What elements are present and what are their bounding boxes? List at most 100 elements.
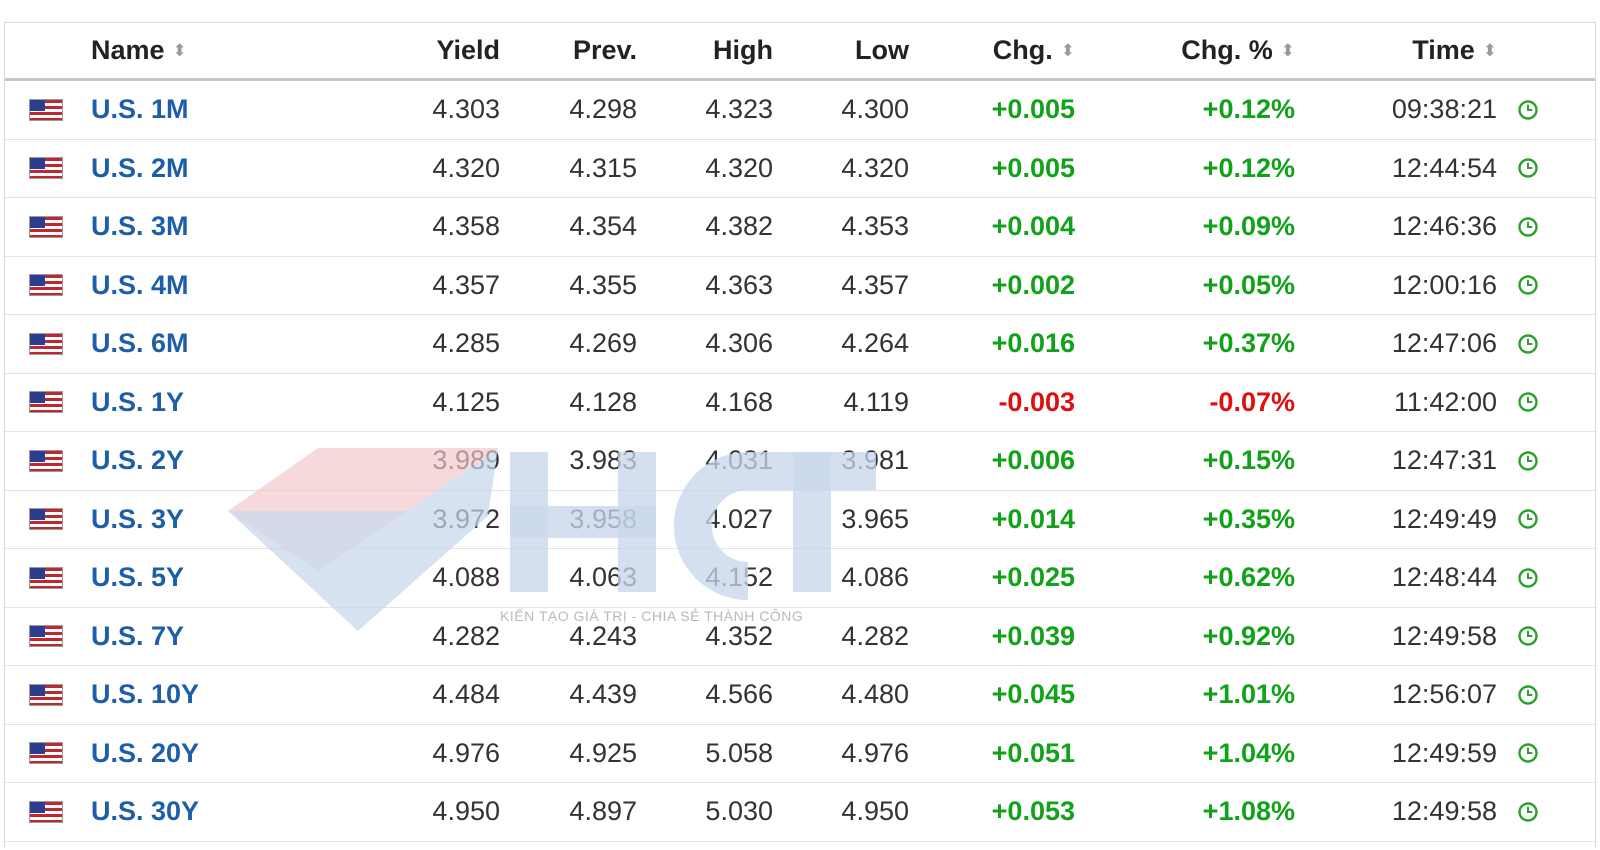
- low-value: 4.976: [841, 737, 909, 768]
- high-value: 5.030: [705, 796, 773, 827]
- yield-value: 4.125: [432, 386, 500, 417]
- us-flag-icon: [29, 449, 63, 472]
- us-flag-icon: [29, 157, 63, 180]
- low-value: 4.300: [841, 94, 909, 125]
- header-yield: Yield: [436, 35, 500, 65]
- high-value: 4.320: [705, 152, 773, 183]
- header-low: Low: [855, 35, 909, 65]
- time-value: 12:49:58: [1391, 796, 1497, 827]
- header-prev: Prev.: [572, 35, 637, 65]
- yield-value: 3.972: [432, 503, 500, 534]
- chg-value: +0.016: [991, 328, 1075, 359]
- low-value: 3.981: [841, 445, 909, 476]
- low-value: 4.282: [841, 620, 909, 651]
- time-value: 11:42:00: [1393, 386, 1497, 417]
- chg-pct-value: +1.04%: [1202, 737, 1295, 768]
- prev-value: 4.128: [569, 386, 637, 417]
- clock-icon: [1518, 802, 1538, 822]
- chg-value: +0.014: [991, 503, 1075, 534]
- chg-pct-value: +0.92%: [1202, 620, 1295, 651]
- chg-pct-value: +0.09%: [1202, 211, 1295, 242]
- low-value: 3.965: [841, 503, 909, 534]
- bond-name-link[interactable]: U.S. 30Y: [91, 783, 199, 841]
- high-value: 4.323: [705, 94, 773, 125]
- table-row: U.S. 5Y 4.088 4.063 4.152 4.086 +0.025 +0.62% 1…: [5, 549, 1595, 608]
- us-flag-icon: [29, 391, 63, 414]
- time-value: 09:38:21: [1391, 94, 1497, 125]
- bond-name-link[interactable]: U.S. 2M: [91, 140, 189, 198]
- yield-value: 4.303: [432, 94, 500, 125]
- chg-pct-value: +0.12%: [1202, 94, 1295, 125]
- chg-value: -0.003: [998, 386, 1075, 417]
- high-value: 4.382: [705, 211, 773, 242]
- prev-value: 4.354: [569, 211, 637, 242]
- time-value: 12:56:07: [1391, 679, 1497, 710]
- yield-value: 4.358: [432, 211, 500, 242]
- chg-value: +0.025: [991, 562, 1075, 593]
- bond-yields-table: Name ⬍ Yield Prev. High Low Chg. ⬍ Chg. % ⬍…: [4, 22, 1596, 848]
- bond-name-link[interactable]: U.S. 7Y: [91, 608, 184, 666]
- bond-name-link[interactable]: U.S. 6M: [91, 315, 189, 373]
- bond-name-link[interactable]: U.S. 5Y: [91, 549, 184, 607]
- chg-value: +0.006: [991, 445, 1075, 476]
- clock-icon: [1518, 626, 1538, 646]
- high-value: 4.168: [705, 386, 773, 417]
- chg-value: +0.002: [991, 269, 1075, 300]
- prev-value: 4.298: [569, 94, 637, 125]
- time-value: 12:46:36: [1391, 211, 1497, 242]
- prev-value: 4.063: [569, 562, 637, 593]
- sort-icon[interactable]: ⬍: [1061, 41, 1075, 61]
- header-chg[interactable]: Chg. ⬍: [935, 23, 1075, 78]
- table-row: U.S. 2M 4.320 4.315 4.320 4.320 +0.005 +0.12% 1…: [5, 140, 1595, 198]
- table-row: U.S. 30Y 4.950 4.897 5.030 4.950 +0.053 +1.08%…: [5, 783, 1595, 842]
- header-time[interactable]: Time ⬍: [1365, 23, 1497, 78]
- us-flag-icon: [29, 274, 63, 297]
- clock-icon: [1518, 743, 1538, 763]
- chg-pct-value: +0.15%: [1202, 445, 1295, 476]
- header-chg-pct[interactable]: Chg. % ⬍: [1125, 23, 1295, 78]
- bond-name-link[interactable]: U.S. 1M: [91, 81, 189, 139]
- us-flag-icon: [29, 800, 63, 823]
- low-value: 4.086: [841, 562, 909, 593]
- clock-icon: [1518, 217, 1538, 237]
- prev-value: 4.355: [569, 269, 637, 300]
- high-value: 4.027: [705, 503, 773, 534]
- clock-icon: [1518, 568, 1538, 588]
- time-value: 12:47:31: [1391, 445, 1497, 476]
- chg-value: +0.005: [991, 152, 1075, 183]
- table-row: U.S. 4M 4.357 4.355 4.363 4.357 +0.002 +0.05% 1…: [5, 257, 1595, 315]
- low-value: 4.353: [841, 211, 909, 242]
- table-header: Name ⬍ Yield Prev. High Low Chg. ⬍ Chg. % ⬍…: [5, 23, 1595, 81]
- yield-value: 4.320: [432, 152, 500, 183]
- table-row: U.S. 1Y 4.125 4.128 4.168 4.119 -0.003 -0.07% 1…: [5, 374, 1595, 432]
- yield-value: 3.989: [432, 445, 500, 476]
- bond-name-link[interactable]: U.S. 10Y: [91, 666, 199, 724]
- bond-name-link[interactable]: U.S. 3M: [91, 198, 189, 256]
- chg-value: +0.045: [991, 679, 1075, 710]
- clock-icon: [1518, 275, 1538, 295]
- chg-pct-value: +0.37%: [1202, 328, 1295, 359]
- chg-pct-value: +0.62%: [1202, 562, 1295, 593]
- bond-name-link[interactable]: U.S. 2Y: [91, 432, 184, 490]
- header-high: High: [713, 35, 773, 65]
- bond-name-link[interactable]: U.S. 1Y: [91, 374, 184, 432]
- bond-name-link[interactable]: U.S. 20Y: [91, 725, 199, 783]
- time-value: 12:48:44: [1391, 562, 1497, 593]
- header-name[interactable]: Name ⬍: [91, 23, 187, 78]
- prev-value: 4.925: [569, 737, 637, 768]
- prev-value: 4.315: [569, 152, 637, 183]
- sort-icon[interactable]: ⬍: [1281, 41, 1295, 61]
- time-value: 12:49:59: [1391, 737, 1497, 768]
- bond-name-link[interactable]: U.S. 4M: [91, 257, 189, 315]
- sort-icon[interactable]: ⬍: [173, 41, 187, 61]
- time-value: 12:44:54: [1391, 152, 1497, 183]
- chg-value: +0.051: [991, 737, 1075, 768]
- prev-value: 4.439: [569, 679, 637, 710]
- sort-icon[interactable]: ⬍: [1483, 41, 1497, 61]
- clock-icon: [1518, 334, 1538, 354]
- chg-pct-value: +0.12%: [1202, 152, 1295, 183]
- chg-pct-value: +0.05%: [1202, 269, 1295, 300]
- us-flag-icon: [29, 742, 63, 765]
- time-value: 12:49:49: [1391, 503, 1497, 534]
- bond-name-link[interactable]: U.S. 3Y: [91, 491, 184, 549]
